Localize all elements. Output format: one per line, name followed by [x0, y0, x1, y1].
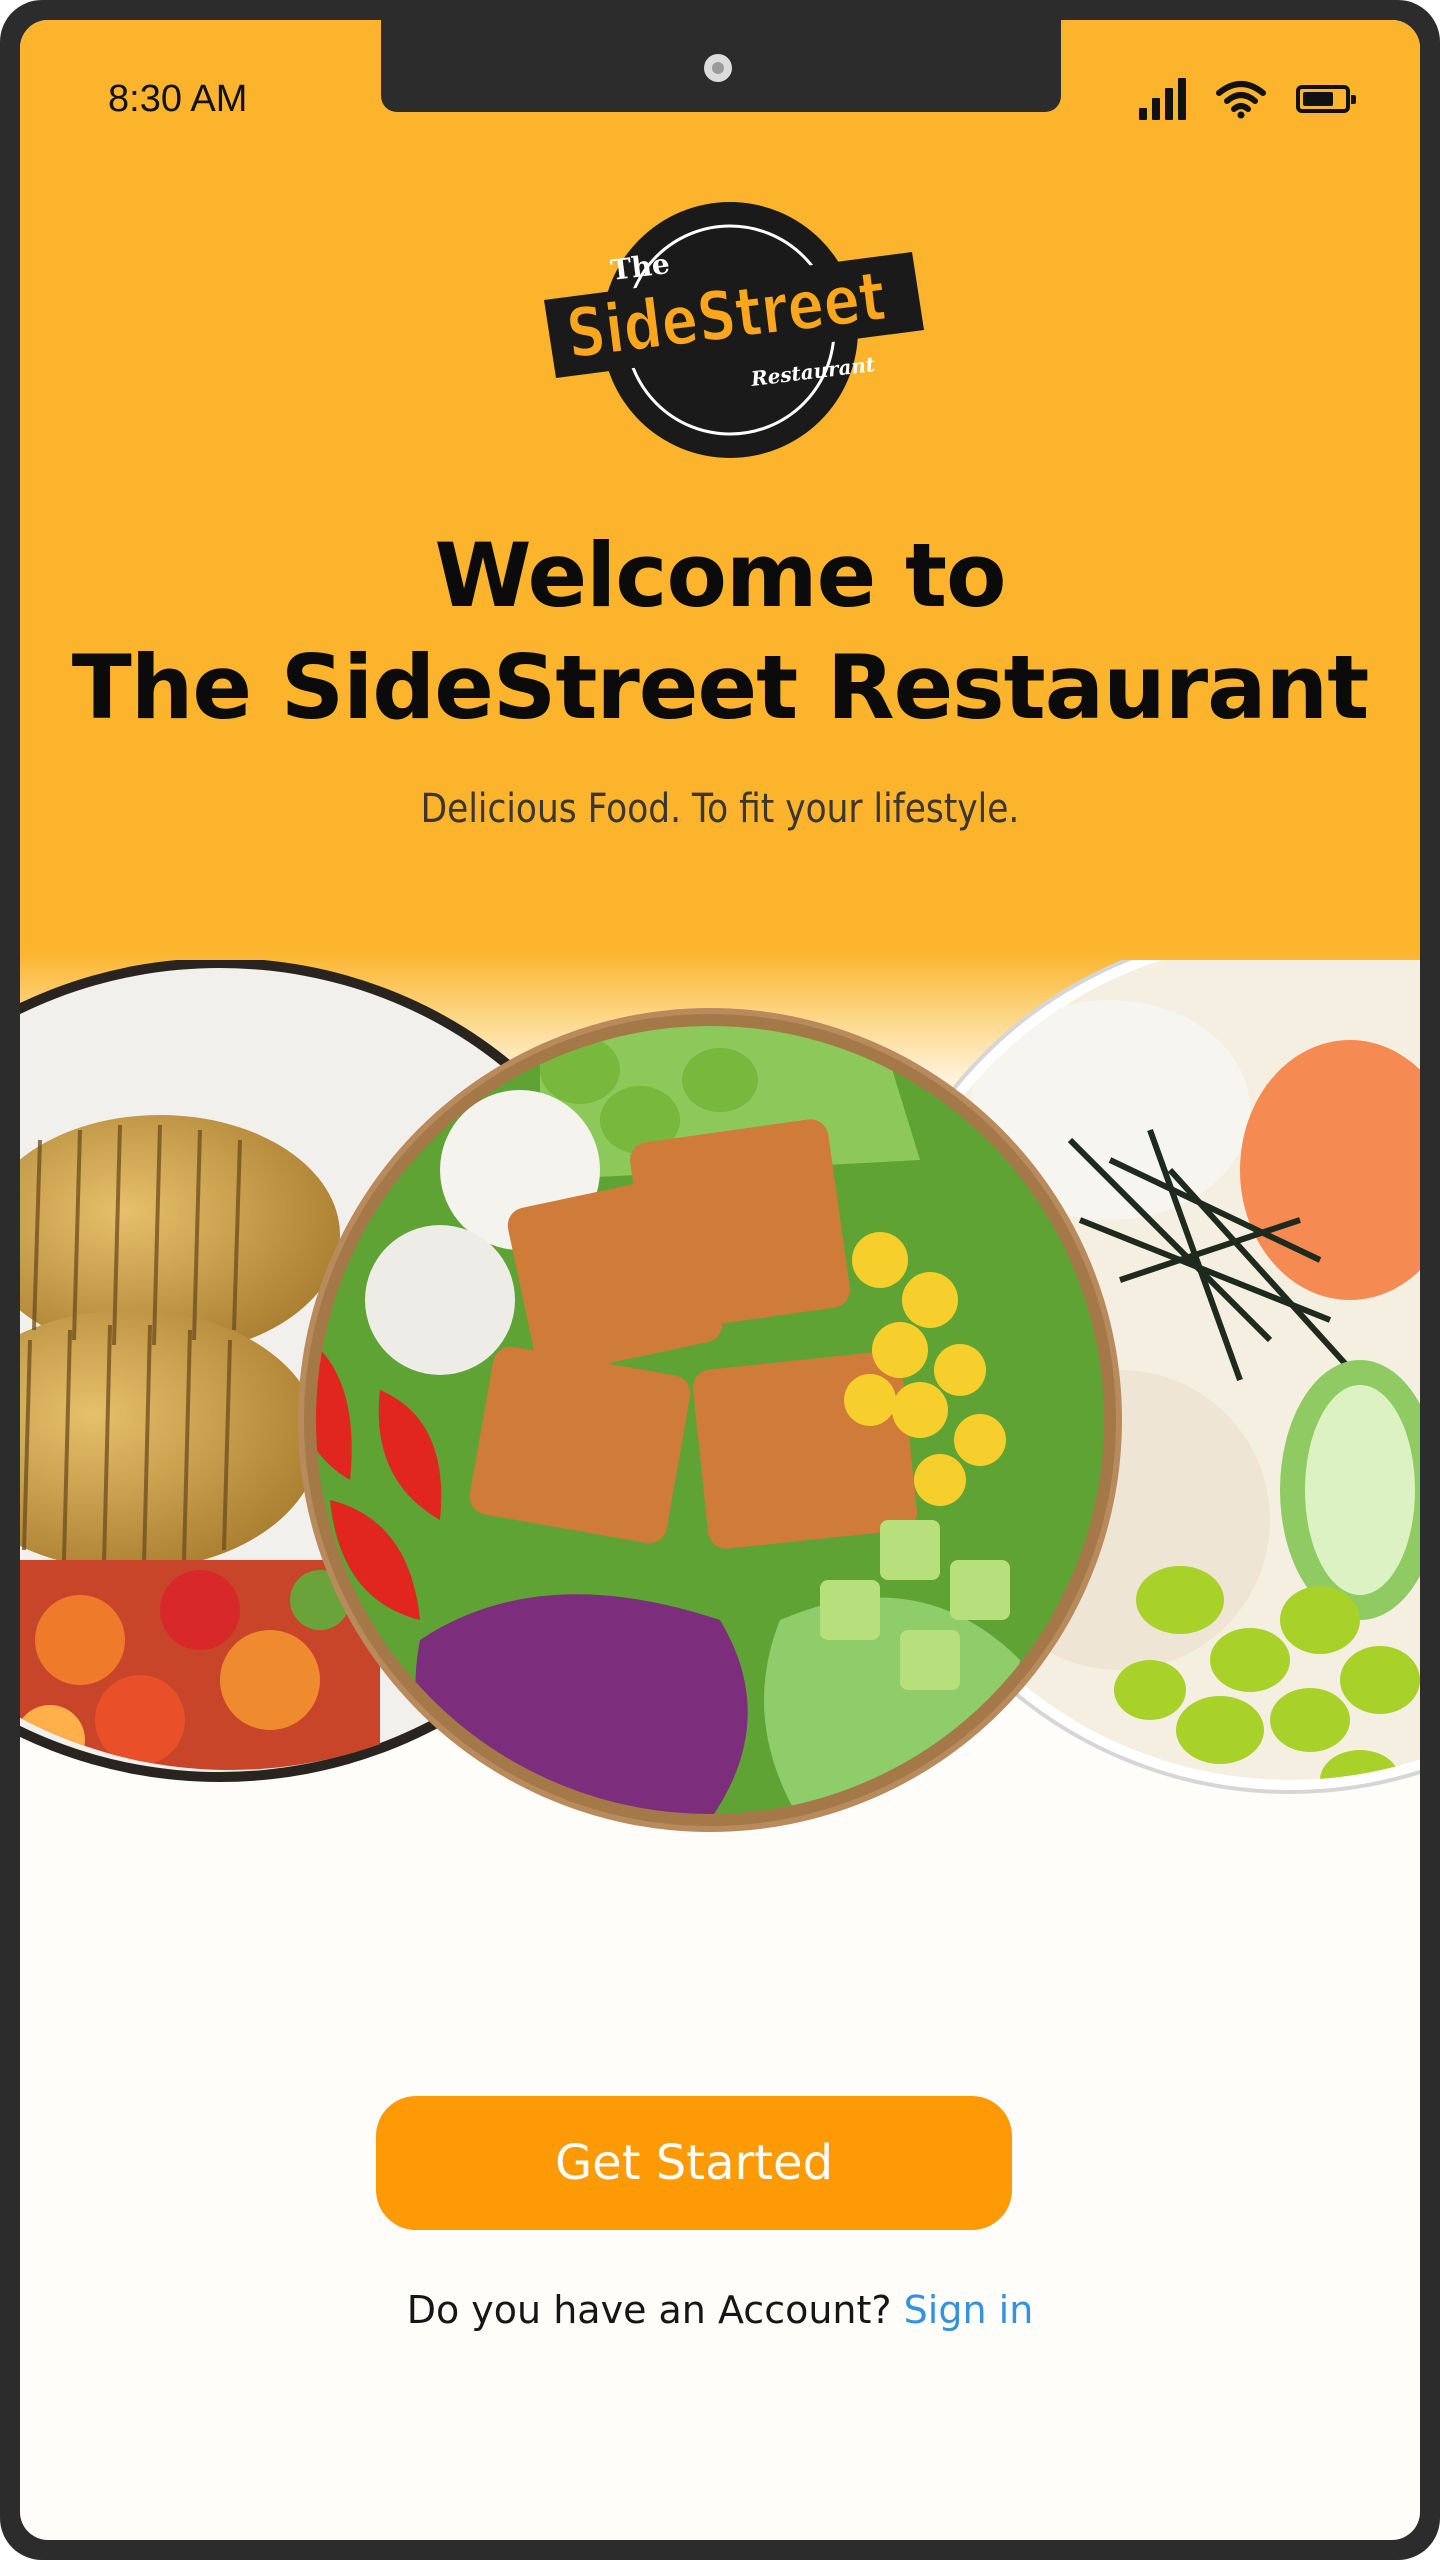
food-images [20, 960, 1420, 1832]
status-icons [1139, 78, 1356, 120]
account-prompt-row: Do you have an Account? Sign in [20, 2288, 1420, 2332]
get-started-button[interactable]: Get Started [376, 2096, 1012, 2230]
wifi-icon [1216, 81, 1266, 119]
sign-in-link[interactable]: Sign in [904, 2288, 1034, 2332]
battery-icon [1296, 85, 1356, 113]
welcome-title-line2: The SideStreet Restaurant [71, 636, 1370, 739]
app-screen: 8:30 AM The SideStreet Restaurant Welcom… [20, 20, 1420, 2540]
signal-icon [1139, 78, 1186, 120]
camera-icon [696, 46, 740, 90]
status-time: 8:30 AM [108, 78, 248, 120]
device-frame: 8:30 AM The SideStreet Restaurant Welcom… [0, 0, 1440, 2560]
welcome-title: Welcome to The SideStreet Restaurant [20, 520, 1420, 744]
account-prompt-text: Do you have an Account? [406, 2288, 892, 2332]
welcome-title-line1: Welcome to [434, 524, 1007, 627]
restaurant-logo: The SideStreet Restaurant [544, 202, 924, 458]
tagline: Delicious Food. To fit your lifestyle. [420, 786, 1020, 832]
